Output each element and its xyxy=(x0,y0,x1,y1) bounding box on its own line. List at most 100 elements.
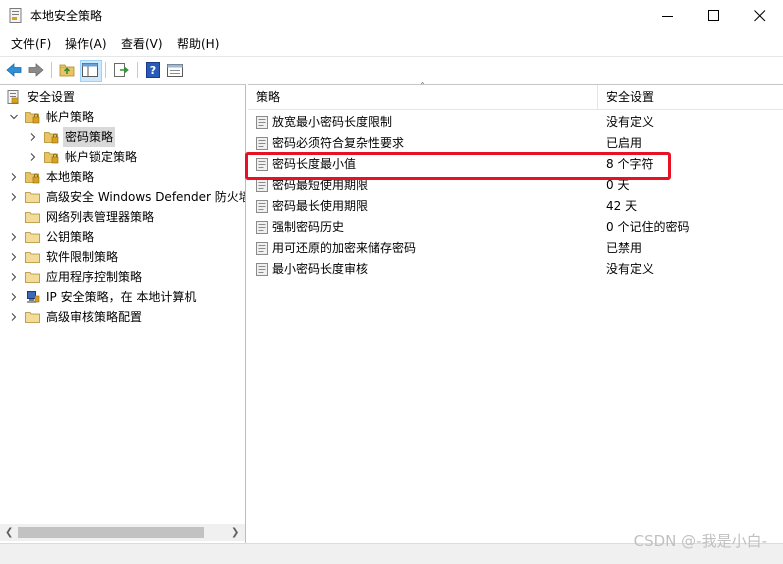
chevron-right-icon[interactable] xyxy=(29,153,37,161)
forward-icon xyxy=(28,63,44,77)
maximize-button[interactable] xyxy=(691,0,737,32)
toolbar-separator xyxy=(137,62,138,78)
policy-setting-icon xyxy=(256,200,268,213)
policy-setting-icon xyxy=(256,242,268,255)
navigation-tree[interactable]: 安全设置 帐户策略 密码策略 帐户锁定策略 本地策略 高级安全 Windows … xyxy=(0,84,246,544)
forward-button[interactable] xyxy=(27,61,45,79)
tree-item-account-lockout-policy[interactable]: 帐户锁定策略 xyxy=(0,147,245,167)
minimize-button[interactable] xyxy=(645,0,691,32)
policy-name: 密码最长使用期限 xyxy=(272,199,369,213)
close-button[interactable] xyxy=(737,0,783,32)
sort-ascending-icon: ˆ xyxy=(420,82,425,93)
toolbar: ? xyxy=(0,56,783,83)
folder-lock-icon xyxy=(44,152,59,164)
help-button[interactable]: ? xyxy=(144,61,162,79)
up-one-level-button[interactable] xyxy=(58,61,76,79)
tree-item-password-policy[interactable]: 密码策略 xyxy=(0,127,245,147)
chevron-right-icon[interactable] xyxy=(10,293,18,301)
svg-text:?: ? xyxy=(150,64,156,77)
scroll-left-icon[interactable]: ❮ xyxy=(5,527,13,538)
security-settings-icon xyxy=(7,90,19,104)
properties-button[interactable] xyxy=(166,61,184,79)
folder-lock-icon xyxy=(25,112,40,124)
tree-item-account-policies[interactable]: 帐户策略 xyxy=(0,107,245,127)
tree-item-label: 公钥策略 xyxy=(46,230,95,244)
tree-root[interactable]: 安全设置 xyxy=(0,87,245,107)
policy-value: 已启用 xyxy=(606,136,643,150)
scrollbar-thumb[interactable] xyxy=(18,527,204,538)
scroll-right-icon[interactable]: ❯ xyxy=(231,527,239,538)
policy-row[interactable]: 放宽最小密码长度限制 没有定义 xyxy=(248,112,783,133)
computer-icon xyxy=(27,291,40,303)
policy-row[interactable]: 密码最长使用期限 42 天 xyxy=(248,196,783,217)
column-divider[interactable] xyxy=(597,85,598,109)
policy-setting-icon xyxy=(256,137,268,150)
tree-item-label: 帐户锁定策略 xyxy=(65,150,138,164)
tree-item-ip-security[interactable]: IP 安全策略，在 本地计算机 xyxy=(0,287,245,307)
policy-value: 42 天 xyxy=(606,199,638,213)
tree-item-label: 帐户策略 xyxy=(46,110,95,124)
column-header-setting[interactable]: 安全设置 xyxy=(606,89,654,105)
policy-setting-icon xyxy=(256,116,268,129)
tree-item-label: 本地策略 xyxy=(46,170,95,184)
policy-name: 强制密码历史 xyxy=(272,220,345,234)
menu-action[interactable]: 操作(A) xyxy=(65,36,107,52)
folder-lock-icon xyxy=(44,132,59,144)
chevron-right-icon[interactable] xyxy=(10,313,18,321)
policy-row[interactable]: 最小密码长度审核 没有定义 xyxy=(248,259,783,280)
policy-row[interactable]: 用可还原的加密来储存密码 已禁用 xyxy=(248,238,783,259)
tree-item-firewall[interactable]: 高级安全 Windows Defender 防火墙 xyxy=(0,187,245,207)
tree-item-software-restriction[interactable]: 软件限制策略 xyxy=(0,247,245,267)
chevron-right-icon[interactable] xyxy=(10,233,18,241)
tree-item-label: 高级安全 Windows Defender 防火墙 xyxy=(46,190,246,204)
tree-item-local-policies[interactable]: 本地策略 xyxy=(0,167,245,187)
chevron-down-icon[interactable] xyxy=(10,113,18,121)
folder-icon xyxy=(25,212,40,223)
tree-root-label: 安全设置 xyxy=(27,90,76,104)
export-list-button[interactable] xyxy=(112,61,130,79)
folder-icon xyxy=(25,312,40,323)
tree-item-label: 密码策略 xyxy=(63,127,116,147)
minimize-icon xyxy=(662,16,673,17)
policy-name: 放宽最小密码长度限制 xyxy=(272,115,393,129)
menu-file[interactable]: 文件(F) xyxy=(11,36,51,52)
tree-item-label: IP 安全策略，在 本地计算机 xyxy=(46,290,197,304)
policy-value: 已禁用 xyxy=(606,241,643,255)
properties-icon xyxy=(167,64,183,77)
tree-item-label: 软件限制策略 xyxy=(46,250,119,264)
policy-name: 密码必须符合复杂性要求 xyxy=(272,136,405,150)
tree-item-network-list-manager[interactable]: 网络列表管理器策略 xyxy=(0,207,245,227)
chevron-right-icon[interactable] xyxy=(29,133,37,141)
export-list-icon xyxy=(114,63,129,77)
folder-icon xyxy=(25,192,40,203)
folder-icon xyxy=(25,252,40,263)
watermark-text: CSDN @-我是小白- xyxy=(633,532,767,550)
window-title: 本地安全策略 xyxy=(30,9,103,23)
security-policy-app-icon xyxy=(9,8,22,23)
chevron-right-icon[interactable] xyxy=(10,273,18,281)
menu-help[interactable]: 帮助(H) xyxy=(177,36,219,52)
toolbar-separator xyxy=(51,62,52,78)
chevron-right-icon[interactable] xyxy=(10,253,18,261)
folder-lock-icon xyxy=(25,172,40,184)
policy-setting-icon xyxy=(256,221,268,234)
title-bar: 本地安全策略 xyxy=(0,0,783,32)
policy-row[interactable]: 强制密码历史 0 个记住的密码 xyxy=(248,217,783,238)
back-icon xyxy=(6,63,22,77)
menu-view[interactable]: 查看(V) xyxy=(121,36,163,52)
show-hide-tree-button[interactable] xyxy=(80,60,102,82)
chevron-right-icon[interactable] xyxy=(10,173,18,181)
policy-value: 没有定义 xyxy=(606,262,655,276)
tree-horizontal-scrollbar[interactable]: ❮ ❯ xyxy=(0,524,245,541)
policy-name: 用可还原的加密来储存密码 xyxy=(272,241,417,255)
toolbar-separator xyxy=(105,62,106,78)
close-icon xyxy=(754,10,766,22)
tree-item-app-control[interactable]: 应用程序控制策略 xyxy=(0,267,245,287)
tree-item-public-key-policies[interactable]: 公钥策略 xyxy=(0,227,245,247)
tree-item-label: 高级审核策略配置 xyxy=(46,310,143,324)
chevron-right-icon[interactable] xyxy=(10,193,18,201)
back-button[interactable] xyxy=(5,61,23,79)
column-header-policy[interactable]: 策略 xyxy=(256,89,280,105)
tree-item-advanced-audit[interactable]: 高级审核策略配置 xyxy=(0,307,245,327)
policy-row[interactable]: 密码必须符合复杂性要求 已启用 xyxy=(248,133,783,154)
